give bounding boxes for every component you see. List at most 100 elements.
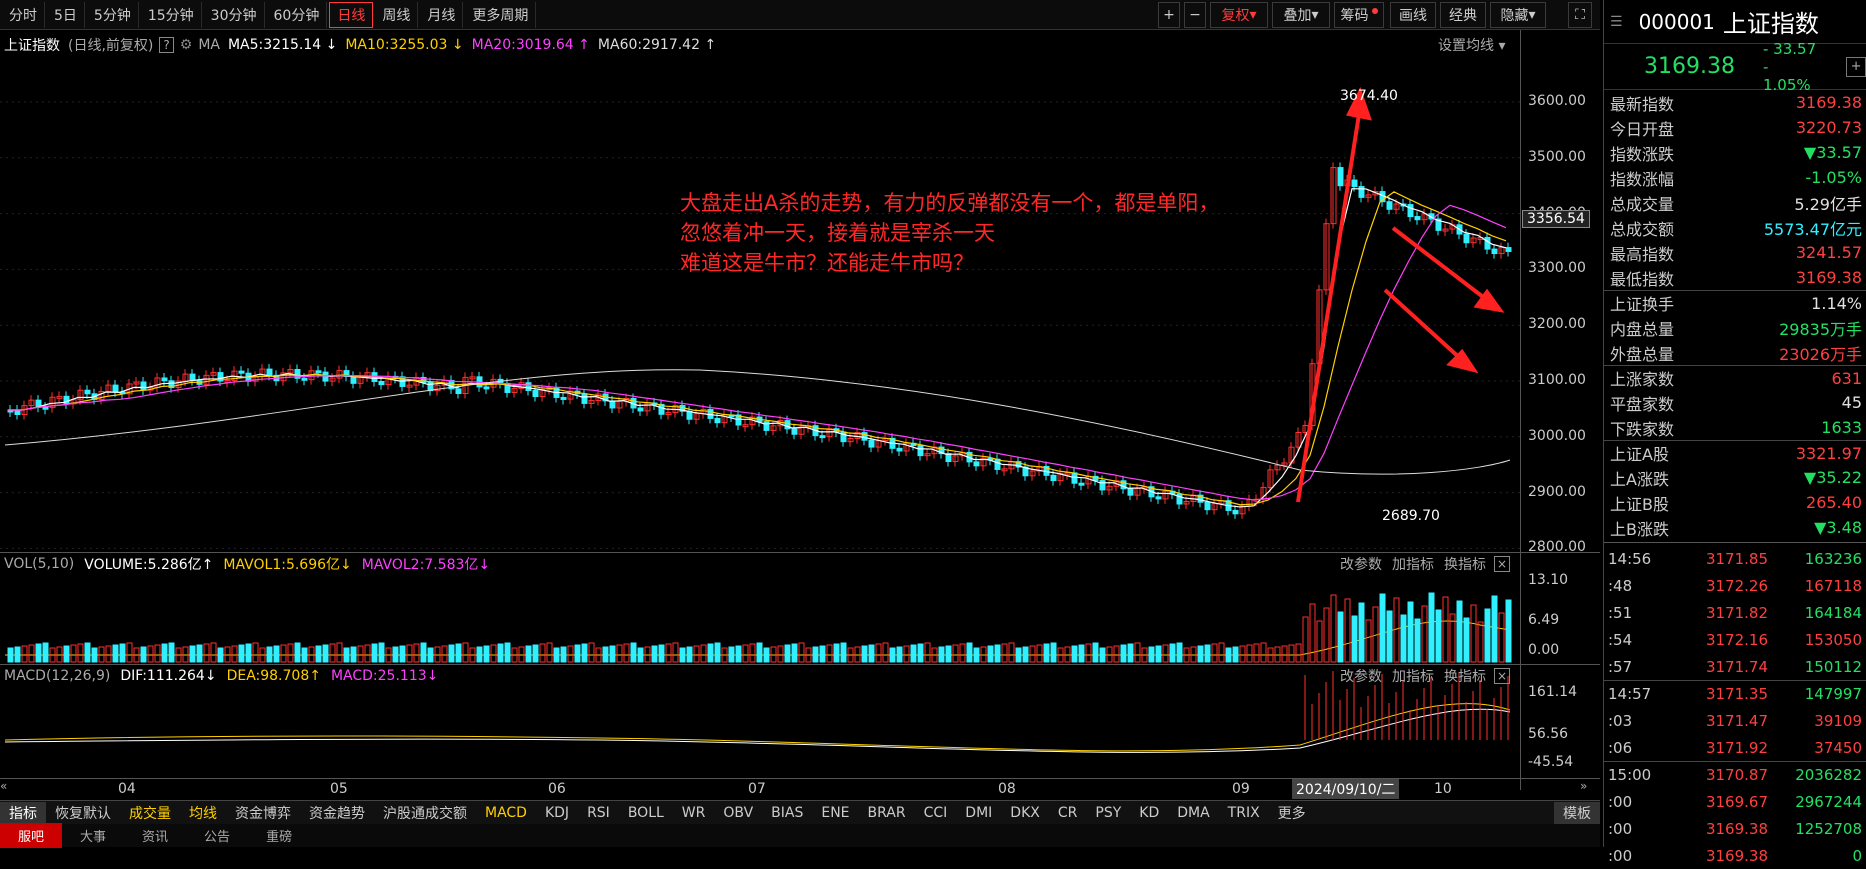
indicator-tab[interactable]: 模板	[1554, 801, 1600, 824]
indicator-tab[interactable]: 资金趋势	[300, 802, 374, 824]
tick-price: 3170.87	[1705, 766, 1768, 784]
macd-label: MACD(12,26,9)	[4, 668, 111, 684]
stat-label: 上证换手	[1610, 295, 1675, 314]
indicator-tab[interactable]: DMA	[1168, 802, 1218, 824]
dif-value: DIF:111.264↓	[120, 668, 217, 684]
stat-label: 总成交额	[1610, 219, 1675, 239]
indicator-tab[interactable]: DMI	[956, 802, 1001, 824]
indicator-tab[interactable]: 更多	[1269, 802, 1315, 824]
bottom-tab[interactable]: 资讯	[124, 826, 186, 845]
indicator-tab[interactable]: DKX	[1001, 802, 1049, 824]
stat-label: 总成交量	[1610, 194, 1675, 214]
bottom-tab[interactable]: 重磅	[248, 826, 310, 845]
stat-row: 最新指数 3169.38	[1604, 90, 1866, 115]
indicator-tab[interactable]: TRIX	[1219, 802, 1269, 824]
indicator-tab[interactable]: BRAR	[859, 802, 915, 824]
macd-edit-params-button[interactable]: 改参数	[1340, 666, 1382, 686]
quote-panel: ☰ 000001 上证指数 3169.38 - 33.57 - 1.05% + …	[1603, 0, 1866, 865]
indicator-tab[interactable]: CR	[1049, 802, 1087, 824]
stat-row: 指数涨跌 ▼33.57	[1604, 140, 1866, 165]
low-marker: 2689.70	[1382, 508, 1440, 524]
stat-row: 总成交额 5573.47亿元	[1604, 215, 1866, 240]
price-summary: 3169.38 - 33.57 - 1.05% +	[1604, 40, 1866, 94]
indicator-tab[interactable]: 成交量	[120, 802, 180, 824]
stat-value: 3220.73	[1795, 118, 1862, 137]
tick-row: :00 3169.38 0	[1604, 842, 1866, 869]
tick-volume: 37450	[1814, 738, 1862, 757]
stat-value: 23026万手	[1779, 344, 1862, 364]
vol-add-indicator-button[interactable]: 加指标	[1392, 554, 1434, 574]
stat-label: 最高指数	[1610, 244, 1675, 264]
tick-volume: 2036282	[1795, 766, 1862, 784]
stat-label: 今日开盘	[1610, 119, 1675, 139]
macd-switch-indicator-button[interactable]: 换指标	[1444, 666, 1486, 686]
vol-edit-params-button[interactable]: 改参数	[1340, 554, 1382, 574]
x-tick: 10	[1434, 781, 1452, 797]
stat-row: 上证A股 3321.97	[1604, 440, 1866, 465]
bottom-tab[interactable]: 公告	[186, 826, 248, 845]
tick-row: :06 3171.92 37450	[1604, 734, 1866, 761]
indicator-tab[interactable]: OBV	[714, 802, 762, 824]
tick-volume: 163236	[1804, 549, 1862, 568]
indicator-tab[interactable]: BIAS	[762, 802, 812, 824]
stat-value: 29835万手	[1779, 319, 1862, 339]
mavol2-value: MAVOL2:7.583亿↓	[361, 557, 491, 573]
bottom-tab[interactable]: 大事	[62, 826, 124, 845]
indicator-tab[interactable]: KDJ	[536, 802, 578, 824]
menu-icon[interactable]: ☰	[1610, 14, 1623, 30]
stat-row: 内盘总量 29835万手	[1604, 315, 1866, 340]
macd-add-indicator-button[interactable]: 加指标	[1392, 666, 1434, 686]
stat-value: 3321.97	[1795, 443, 1862, 463]
indicator-tab[interactable]: WR	[673, 802, 715, 824]
tick-price: 3172.16	[1705, 630, 1768, 649]
vol-switch-indicator-button[interactable]: 换指标	[1444, 554, 1486, 574]
tick-volume: 1252708	[1795, 819, 1862, 838]
stat-value: 5573.47亿元	[1763, 219, 1862, 239]
stat-value: 1.14%	[1811, 293, 1862, 313]
indicator-tab[interactable]: 恢复默认	[46, 802, 120, 824]
indicator-tab[interactable]: RSI	[578, 802, 619, 824]
quote-stats: 最新指数 3169.38 今日开盘 3220.73 指数涨跌 ▼33.57 指数涨幅 -1.0…	[1604, 90, 1866, 540]
indicator-tab[interactable]: ENE	[812, 802, 858, 824]
indicator-tab[interactable]: 沪股通成交额	[374, 802, 476, 824]
indicator-tab[interactable]: PSY	[1086, 802, 1130, 824]
stat-row: 今日开盘 3220.73	[1604, 115, 1866, 140]
index-title: 上证指数	[1722, 10, 1819, 38]
x-tick: 07	[748, 781, 766, 797]
scroll-left-icon[interactable]: «	[0, 779, 14, 797]
x-tick: 06	[548, 781, 566, 797]
tick-time: :48	[1608, 576, 1633, 595]
vol-header: VOL(5,10) VOLUME:5.286亿↑ MAVOL1:5.696亿↓ …	[0, 553, 1600, 575]
stat-row: 最低指数 3169.38	[1604, 265, 1866, 290]
scroll-right-icon[interactable]: »	[1580, 779, 1594, 797]
vol-axis-label: 13.10	[1528, 572, 1569, 588]
stat-label: 内盘总量	[1610, 319, 1675, 339]
tick-row: :57 3171.74 150112	[1604, 653, 1866, 680]
indicator-tab[interactable]: BOLL	[619, 802, 673, 824]
add-watch-icon[interactable]: +	[1846, 56, 1866, 77]
vol-axis-label: 6.49	[1528, 612, 1560, 628]
indicator-tab[interactable]: 指标	[0, 801, 46, 824]
stat-value: 5.29亿手	[1794, 194, 1862, 214]
indicator-tab[interactable]: 资金博弈	[226, 802, 300, 824]
macd-close-icon[interactable]: ×	[1494, 668, 1510, 684]
indicator-tab[interactable]: MACD	[476, 802, 536, 824]
price-axis-label: 2900.00	[1528, 483, 1586, 500]
indicator-tab[interactable]: 均线	[180, 802, 226, 824]
tick-price: 3171.82	[1705, 603, 1768, 622]
stat-label: 指数涨跌	[1610, 144, 1675, 164]
change-block: - 33.57 - 1.05%	[1762, 39, 1817, 94]
tick-volume: 0	[1852, 846, 1862, 865]
macd-axis-label: -45.54	[1528, 754, 1574, 770]
indicator-tab[interactable]: CCI	[915, 802, 957, 824]
tick-row: 15:00 3170.87 2036282	[1604, 761, 1866, 788]
vol-close-icon[interactable]: ×	[1494, 556, 1510, 572]
bottom-tab[interactable]: 服吧	[0, 823, 63, 848]
stat-value: -1.05%	[1805, 168, 1862, 187]
vol-label: VOL(5,10)	[4, 556, 75, 572]
tick-price: 3171.47	[1705, 711, 1768, 730]
stat-row: 上证换手 1.14%	[1604, 290, 1866, 315]
indicator-tab[interactable]: KD	[1130, 802, 1168, 824]
stat-label: 下跌家数	[1610, 419, 1675, 439]
ticks-separator	[1604, 542, 1866, 543]
